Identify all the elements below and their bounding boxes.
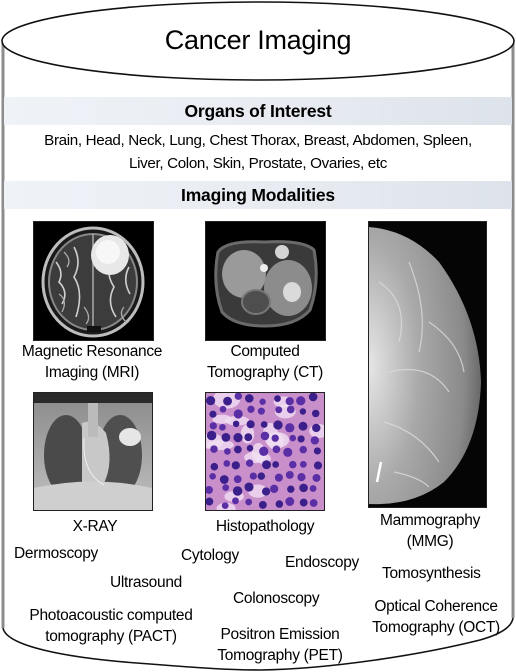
modality-ultrasound: Ultrasound	[110, 574, 182, 591]
modalities-heading-band: Imaging Modalities	[4, 181, 512, 209]
xray-image	[33, 392, 153, 511]
modality-pet-line-2: Tomography (PET)	[217, 647, 343, 664]
histopathology-image	[205, 392, 325, 511]
modalities-heading: Imaging Modalities	[181, 185, 335, 205]
mri-label-line-1: Magnetic Resonance	[21, 343, 163, 360]
modality-colonoscopy: Colonoscopy	[233, 590, 320, 607]
mammography-label-line-1: Mammography	[379, 512, 481, 529]
mammography-label: Mammography (MMG)	[355, 510, 505, 552]
modality-pact-line-2: tomography (PACT)	[45, 628, 177, 645]
histopathology-label: Histopathology	[215, 518, 315, 535]
modality-oct-line-1: Optical Coherence	[374, 598, 498, 615]
modality-oct: Optical Coherence Tomography (OCT)	[362, 596, 510, 638]
ct-label-line-1: Computed	[230, 343, 300, 360]
organs-heading-band: Organs of Interest	[4, 97, 512, 125]
organs-line-2: Liver, Colon, Skin, Prostate, Ovaries, e…	[129, 155, 387, 172]
ct-label: Computed Tomography (CT)	[185, 341, 345, 383]
ct-image	[205, 221, 326, 341]
xray-label: X-RAY	[72, 518, 118, 535]
mri-image	[33, 221, 154, 341]
mri-label-line-2: Imaging (MRI)	[44, 364, 140, 381]
ct-label-line-2: Tomography (CT)	[206, 364, 324, 381]
modality-endoscopy: Endoscopy	[285, 554, 359, 571]
mammography-label-line-2: (MMG)	[406, 533, 454, 550]
mammography-image	[368, 221, 487, 508]
modality-pet-line-1: Positron Emission	[220, 626, 340, 643]
modality-pet: Positron Emission Tomography (PET)	[205, 624, 355, 666]
modality-tomosynthesis: Tomosynthesis	[382, 565, 481, 582]
modality-oct-line-2: Tomography (OCT)	[372, 619, 500, 636]
organs-heading: Organs of Interest	[184, 101, 332, 121]
modality-cytology: Cytology	[181, 547, 239, 564]
organs-list: Brain, Head, Neck, Lung, Chest Thorax, B…	[6, 129, 510, 175]
diagram-title: Cancer Imaging	[164, 25, 352, 55]
organs-line-1: Brain, Head, Neck, Lung, Chest Thorax, B…	[44, 132, 472, 149]
modality-pact: Photoacoustic computed tomography (PACT)	[16, 605, 206, 647]
modality-dermoscopy: Dermoscopy	[14, 545, 98, 562]
modality-pact-line-1: Photoacoustic computed	[29, 607, 193, 624]
mri-label: Magnetic Resonance Imaging (MRI)	[7, 341, 177, 383]
